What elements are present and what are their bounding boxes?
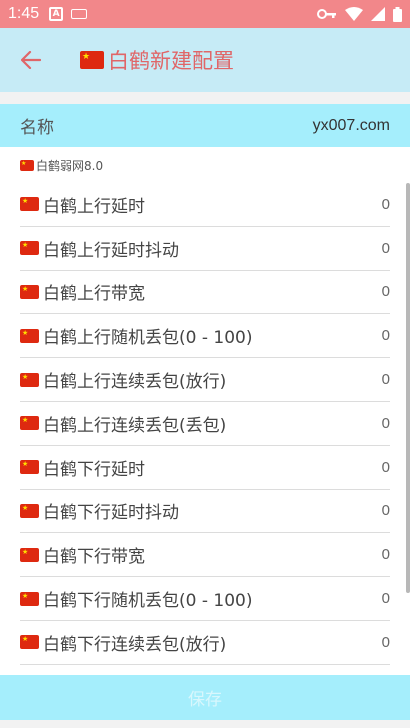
setting-row[interactable]: 白鹤上行连续丢包(放行) 0 (20, 358, 390, 402)
china-flag-icon (20, 503, 39, 518)
china-flag-icon (20, 284, 39, 299)
setting-row-value: 0 (381, 195, 390, 213)
save-button-label: 保存 (188, 690, 222, 710)
setting-row-value: 0 (381, 546, 390, 564)
setting-row-label-text: 白鹤上行延时 (43, 196, 145, 217)
setting-row-label-text: 白鹤上行带宽 (43, 284, 145, 305)
setting-row-value: 0 (381, 414, 390, 432)
app-toolbar: 白鹤新建配置 (0, 28, 410, 92)
vpn-key-icon (317, 9, 336, 19)
setting-row-label-text: 白鹤下行带宽 (43, 547, 145, 568)
name-label: 名称 (20, 118, 54, 138)
setting-row-label-text: 白鹤上行延时抖动 (43, 240, 179, 261)
setting-row-value: 0 (381, 239, 390, 257)
setting-row-label: 白鹤上行延时抖动 (20, 236, 179, 261)
setting-row-value: 0 (381, 590, 390, 608)
settings-rows: 白鹤上行延时 0 白鹤上行延时抖动 0 白鹤上行带宽 0 白鹤上行随机丢包(0 … (0, 183, 410, 665)
page-title-text: 白鹤新建配置 (108, 49, 234, 73)
china-flag-icon (80, 51, 104, 69)
china-flag-icon (20, 241, 39, 256)
china-flag-icon (20, 328, 39, 343)
name-field[interactable]: 名称 yx007.com (0, 104, 410, 147)
status-bar: 1:45 A (0, 0, 410, 28)
app-a-icon: A (49, 7, 64, 21)
setting-row-label-text: 白鹤下行随机丢包(0 - 100) (43, 591, 253, 612)
setting-row-label: 白鹤上行随机丢包(0 - 100) (20, 323, 252, 348)
setting-row-label: 白鹤上行连续丢包(丢包) (20, 411, 226, 436)
signal-icon (371, 7, 385, 21)
setting-row-value: 0 (381, 283, 390, 301)
status-right-icons (317, 6, 402, 22)
china-flag-icon (20, 197, 39, 212)
status-left-icons: A (49, 7, 88, 21)
setting-row-label-text: 白鹤下行延时 (43, 459, 145, 480)
setting-row[interactable]: 白鹤上行延时 0 (20, 183, 390, 227)
setting-row[interactable]: 白鹤下行延时抖动 0 (20, 490, 390, 534)
wifi-icon (345, 7, 363, 21)
scrollbar[interactable] (406, 183, 410, 593)
setting-row[interactable]: 白鹤上行延时抖动 0 (20, 227, 390, 271)
setting-row-label: 白鹤上行延时 (20, 192, 145, 217)
setting-row[interactable]: 白鹤下行随机丢包(0 - 100) 0 (20, 577, 390, 621)
section-subtitle-text: 白鹤弱网8.0 (36, 158, 104, 173)
china-flag-icon (20, 416, 39, 431)
setting-row-label: 白鹤下行带宽 (20, 542, 145, 567)
status-time: 1:45 (8, 5, 40, 22)
battery-icon (393, 6, 402, 22)
china-flag-icon (20, 547, 39, 562)
setting-row[interactable]: 白鹤上行连续丢包(丢包) 0 (20, 402, 390, 446)
setting-row-label: 白鹤上行带宽 (20, 279, 145, 304)
settings-list: 白鹤弱网8.0 白鹤上行延时 0 白鹤上行延时抖动 0 白鹤上行带宽 0 白鹤上… (0, 147, 410, 675)
setting-row[interactable]: 白鹤上行带宽 0 (20, 271, 390, 315)
setting-row-value: 0 (381, 633, 390, 651)
setting-row[interactable]: 白鹤下行连续丢包(放行) 0 (20, 621, 390, 665)
section-subtitle: 白鹤弱网8.0 (0, 147, 410, 183)
china-flag-icon (20, 460, 39, 475)
china-flag-icon (20, 591, 39, 606)
setting-row[interactable]: 白鹤下行带宽 0 (20, 533, 390, 578)
save-button[interactable]: 保存 (0, 675, 410, 720)
setting-row[interactable]: 白鹤下行延时 0 (20, 446, 390, 490)
setting-row-label: 白鹤下行连续丢包(放行) (20, 630, 226, 655)
setting-row-label-text: 白鹤下行连续丢包(放行) (43, 634, 227, 655)
setting-row-label: 白鹤下行延时 (20, 455, 145, 480)
setting-row-label-text: 白鹤上行连续丢包(放行) (43, 372, 227, 393)
page-title: 白鹤新建配置 (80, 45, 234, 75)
setting-row-label-text: 白鹤上行随机丢包(0 - 100) (43, 328, 253, 349)
setting-row-value: 0 (381, 371, 390, 389)
keyboard-icon (71, 9, 88, 19)
name-value[interactable]: yx007.com (313, 117, 390, 135)
setting-row-label-text: 白鹤上行连续丢包(丢包) (43, 415, 227, 436)
china-flag-icon (20, 159, 34, 171)
china-flag-icon (20, 635, 39, 650)
setting-row-label: 白鹤下行延时抖动 (20, 498, 179, 523)
setting-row-value: 0 (381, 502, 390, 520)
china-flag-icon (20, 372, 39, 387)
arrow-left-icon (21, 51, 41, 69)
setting-row-label-text: 白鹤下行延时抖动 (43, 503, 179, 524)
setting-row[interactable]: 白鹤上行随机丢包(0 - 100) 0 (20, 314, 390, 359)
setting-row-label: 白鹤上行连续丢包(放行) (20, 367, 226, 392)
setting-row-value: 0 (381, 458, 390, 476)
setting-row-label: 白鹤下行随机丢包(0 - 100) (20, 586, 252, 611)
back-button[interactable] (0, 28, 62, 92)
setting-row-value: 0 (381, 327, 390, 345)
